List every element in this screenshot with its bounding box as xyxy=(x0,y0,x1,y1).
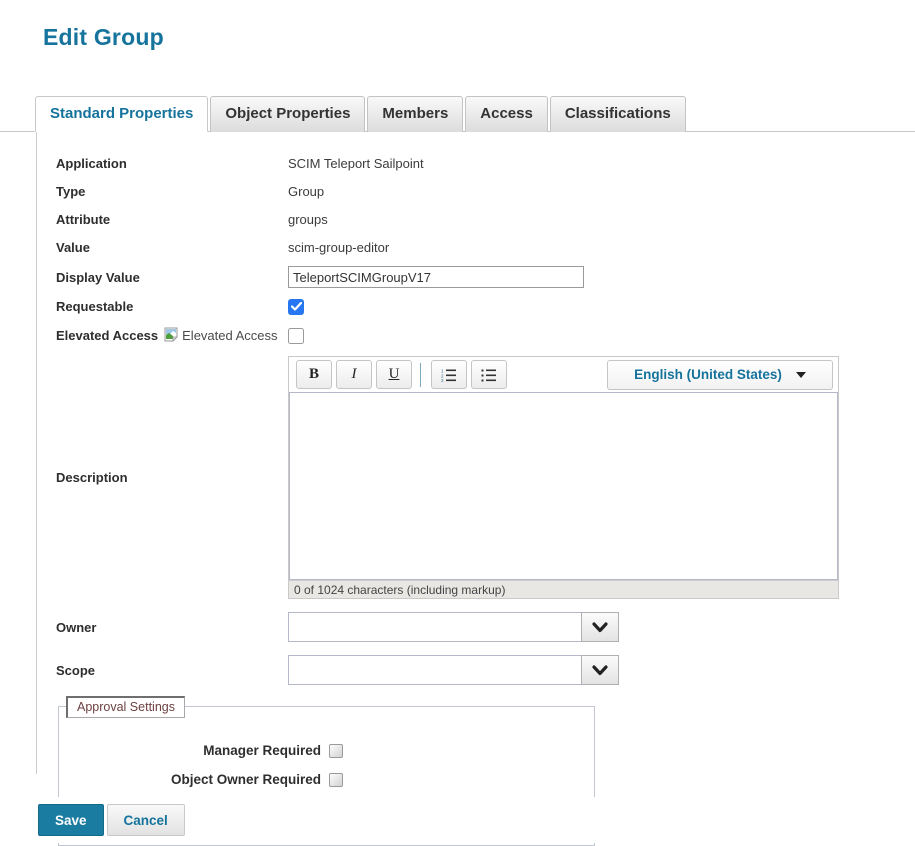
description-editor: B I U 1 2 3 xyxy=(288,356,839,599)
manager-required-label: Manager Required xyxy=(59,743,321,758)
caret-down-icon xyxy=(796,372,806,378)
description-row: Description B I U 1 2 3 xyxy=(37,356,915,599)
application-row: Application SCIM Teleport Sailpoint xyxy=(37,154,915,173)
save-button[interactable]: Save xyxy=(38,804,104,836)
standard-properties-panel: Application SCIM Teleport Sailpoint Type… xyxy=(36,132,915,774)
scope-combo xyxy=(288,655,619,685)
description-text-area[interactable] xyxy=(289,392,838,580)
value-value: scim-group-editor xyxy=(288,240,389,255)
type-value: Group xyxy=(288,184,324,199)
cancel-button[interactable]: Cancel xyxy=(107,804,185,836)
elevated-access-checkbox[interactable] xyxy=(288,328,304,344)
bullet-list-icon xyxy=(481,368,497,382)
italic-button[interactable]: I xyxy=(336,360,372,389)
display-value-input[interactable] xyxy=(288,266,584,288)
check-icon xyxy=(291,302,302,311)
tab-strip: Standard Properties Object Properties Me… xyxy=(0,95,915,132)
svg-text:3: 3 xyxy=(441,378,444,382)
chevron-down-icon xyxy=(592,665,608,676)
editor-toolbar: B I U 1 2 3 xyxy=(289,357,838,392)
toolbar-separator xyxy=(420,363,421,387)
requestable-checkbox[interactable] xyxy=(288,299,304,315)
footer-toolbar: Save Cancel xyxy=(0,797,915,843)
chevron-down-icon xyxy=(592,622,608,633)
owner-combo xyxy=(288,612,619,642)
object-owner-required-row: Object Owner Required xyxy=(59,772,594,787)
attribute-label: Attribute xyxy=(56,212,288,227)
value-row: Value scim-group-editor xyxy=(37,238,915,257)
manager-required-checkbox[interactable] xyxy=(329,744,343,758)
tab-standard-properties[interactable]: Standard Properties xyxy=(35,96,208,132)
tab-access[interactable]: Access xyxy=(465,96,548,132)
attribute-row: Attribute groups xyxy=(37,210,915,229)
owner-row: Owner xyxy=(37,612,915,642)
elevated-access-label-text: Elevated Access xyxy=(56,328,158,343)
scope-dropdown-button[interactable] xyxy=(581,655,619,685)
ordered-list-button[interactable]: 1 2 3 xyxy=(431,360,467,389)
ordered-list-icon: 1 2 3 xyxy=(441,368,457,382)
display-value-label: Display Value xyxy=(56,270,288,285)
requestable-row: Requestable xyxy=(37,298,915,315)
scope-label: Scope xyxy=(56,663,288,678)
character-count: 0 of 1024 characters (including markup) xyxy=(289,580,838,598)
description-label: Description xyxy=(56,470,288,485)
object-owner-required-checkbox[interactable] xyxy=(329,773,343,787)
tab-members[interactable]: Members xyxy=(367,96,463,132)
language-dropdown[interactable]: English (United States) xyxy=(607,360,833,390)
underline-button[interactable]: U xyxy=(376,360,412,389)
type-label: Type xyxy=(56,184,288,199)
display-value-row: Display Value xyxy=(37,266,915,288)
bold-button[interactable]: B xyxy=(296,360,332,389)
application-label: Application xyxy=(56,156,288,171)
approval-settings-legend: Approval Settings xyxy=(66,696,185,718)
language-dropdown-label: English (United States) xyxy=(634,367,782,382)
tab-object-properties[interactable]: Object Properties xyxy=(210,96,365,132)
owner-label: Owner xyxy=(56,620,288,635)
owner-dropdown-button[interactable] xyxy=(581,612,619,642)
requestable-label: Requestable xyxy=(56,299,288,314)
application-value: SCIM Teleport Sailpoint xyxy=(288,156,424,171)
bullet-list-button[interactable] xyxy=(471,360,507,389)
scope-input[interactable] xyxy=(288,655,581,685)
tab-classifications[interactable]: Classifications xyxy=(550,96,686,132)
page-title: Edit Group xyxy=(43,24,915,51)
manager-required-row: Manager Required xyxy=(59,743,594,758)
elevated-access-row: Elevated Access Elevated Access xyxy=(37,327,915,344)
scope-row: Scope xyxy=(37,655,915,685)
broken-image-icon xyxy=(164,327,181,344)
attribute-value: groups xyxy=(288,212,328,227)
owner-input[interactable] xyxy=(288,612,581,642)
elevated-access-alt-text: Elevated Access xyxy=(182,328,277,343)
elevated-access-label: Elevated Access Elevated Access xyxy=(56,327,288,344)
object-owner-required-label: Object Owner Required xyxy=(59,772,321,787)
type-row: Type Group xyxy=(37,182,915,201)
value-label: Value xyxy=(56,240,288,255)
